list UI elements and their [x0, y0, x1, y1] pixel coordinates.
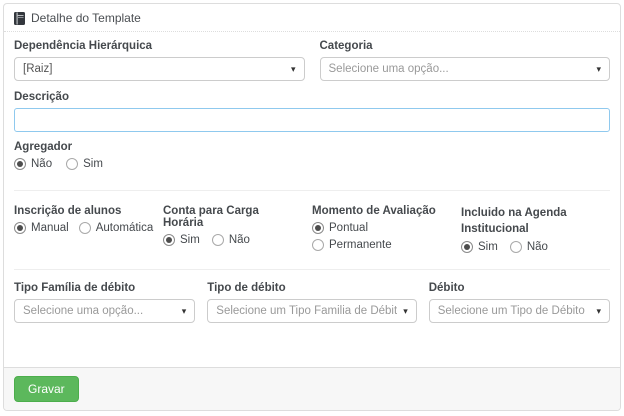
radio-label: Permanente: [329, 239, 392, 251]
field-inscricao-alunos: Inscrição de alunos Manual Automática: [14, 205, 163, 253]
radio-label: Não: [229, 234, 250, 246]
inscricao-label: Inscrição de alunos: [14, 205, 149, 217]
agenda-radio-sim-input[interactable]: [461, 241, 473, 253]
template-file-icon: [14, 12, 25, 25]
caret-down-icon: ▾: [291, 64, 296, 75]
categoria-select-value: Selecione uma opção...: [329, 63, 449, 75]
tipo-familia-label: Tipo Família de débito: [14, 282, 195, 294]
template-detail-panel: Detalhe do Template Dependência Hierárqu…: [3, 3, 621, 411]
radio-label: Pontual: [329, 222, 368, 234]
caret-down-icon: ▾: [403, 306, 408, 317]
momento-radio-permanente[interactable]: Permanente: [312, 239, 447, 251]
tipo-debito-select-value: Selecione um Tipo Familia de Débit: [216, 305, 397, 317]
agregador-radio-nao[interactable]: Não: [14, 158, 52, 170]
radio-label: Automática: [96, 222, 154, 234]
agenda-radio-nao-input[interactable]: [510, 241, 522, 253]
caret-down-icon: ▾: [182, 306, 187, 317]
panel-body: Dependência Hierárquica [Raiz] ▾ Categor…: [4, 32, 620, 367]
field-momento-avaliacao: Momento de Avaliação Pontual Permanente: [312, 205, 461, 253]
descricao-label: Descrição: [14, 91, 610, 103]
field-agenda-institucional: Incluido na Agenda Institucional Sim Não: [461, 205, 610, 253]
tipo-familia-select-value: Selecione uma opção...: [23, 305, 143, 317]
agregador-radio-sim[interactable]: Sim: [66, 158, 103, 170]
field-debito: Débito Selecione um Tipo de Débito ▾: [429, 282, 610, 323]
dependencia-select[interactable]: [Raiz] ▾: [14, 57, 305, 81]
debito-select-value: Selecione um Tipo de Débito: [438, 305, 585, 317]
caret-down-icon: ▾: [596, 306, 601, 317]
divider: [14, 190, 610, 191]
agenda-label: Incluido na Agenda Institucional: [461, 205, 610, 237]
caret-down-icon: ▾: [596, 64, 601, 75]
radio-label: Sim: [478, 241, 498, 253]
inscricao-radio-automatica[interactable]: Automática: [79, 222, 154, 234]
tipo-debito-select[interactable]: Selecione um Tipo Familia de Débit ▾: [207, 299, 416, 323]
inscricao-radio-automatica-input[interactable]: [79, 222, 91, 234]
field-tipo-familia-debito: Tipo Família de débito Selecione uma opç…: [14, 282, 195, 323]
conta-carga-label: Conta para Carga Horária: [163, 205, 298, 229]
inscricao-radio-manual-input[interactable]: [14, 222, 26, 234]
agregador-label: Agregador: [14, 141, 610, 153]
agregador-radio-sim-input[interactable]: [66, 158, 78, 170]
debito-select[interactable]: Selecione um Tipo de Débito ▾: [429, 299, 610, 323]
categoria-label: Categoria: [320, 40, 611, 52]
save-button[interactable]: Gravar: [14, 376, 79, 402]
radio-label: Manual: [31, 222, 69, 234]
tipo-familia-select[interactable]: Selecione uma opção... ▾: [14, 299, 195, 323]
field-descricao: Descrição: [14, 91, 610, 132]
categoria-select[interactable]: Selecione uma opção... ▾: [320, 57, 611, 81]
panel-title: Detalhe do Template: [31, 11, 141, 25]
field-tipo-debito: Tipo de débito Selecione um Tipo Familia…: [207, 282, 416, 323]
divider: [14, 269, 610, 270]
panel-heading: Detalhe do Template: [4, 4, 620, 32]
radio-label: Sim: [83, 158, 103, 170]
agregador-radio-nao-input[interactable]: [14, 158, 26, 170]
conta-carga-radio-nao[interactable]: Não: [212, 234, 250, 246]
radio-label: Sim: [180, 234, 200, 246]
radio-label: Não: [527, 241, 548, 253]
dependencia-select-value: [Raiz]: [23, 63, 52, 75]
dependencia-label: Dependência Hierárquica: [14, 40, 305, 52]
momento-label: Momento de Avaliação: [312, 205, 447, 217]
panel-footer: Gravar: [4, 367, 620, 410]
momento-radio-permanente-input[interactable]: [312, 239, 324, 251]
inscricao-radio-manual[interactable]: Manual: [14, 222, 69, 234]
field-conta-carga-horaria: Conta para Carga Horária Sim Não: [163, 205, 312, 253]
descricao-input[interactable]: [14, 108, 610, 132]
agenda-radio-sim[interactable]: Sim: [461, 241, 498, 253]
momento-radio-pontual-input[interactable]: [312, 222, 324, 234]
conta-carga-radio-nao-input[interactable]: [212, 234, 224, 246]
field-dependencia-hierarquica: Dependência Hierárquica [Raiz] ▾: [14, 40, 305, 81]
agenda-radio-nao[interactable]: Não: [510, 241, 548, 253]
debito-label: Débito: [429, 282, 610, 294]
radio-label: Não: [31, 158, 52, 170]
conta-carga-radio-sim[interactable]: Sim: [163, 234, 200, 246]
field-categoria: Categoria Selecione uma opção... ▾: [320, 40, 611, 81]
momento-radio-pontual[interactable]: Pontual: [312, 222, 447, 234]
field-agregador: Agregador Não Sim: [14, 141, 610, 170]
conta-carga-radio-sim-input[interactable]: [163, 234, 175, 246]
tipo-debito-label: Tipo de débito: [207, 282, 416, 294]
